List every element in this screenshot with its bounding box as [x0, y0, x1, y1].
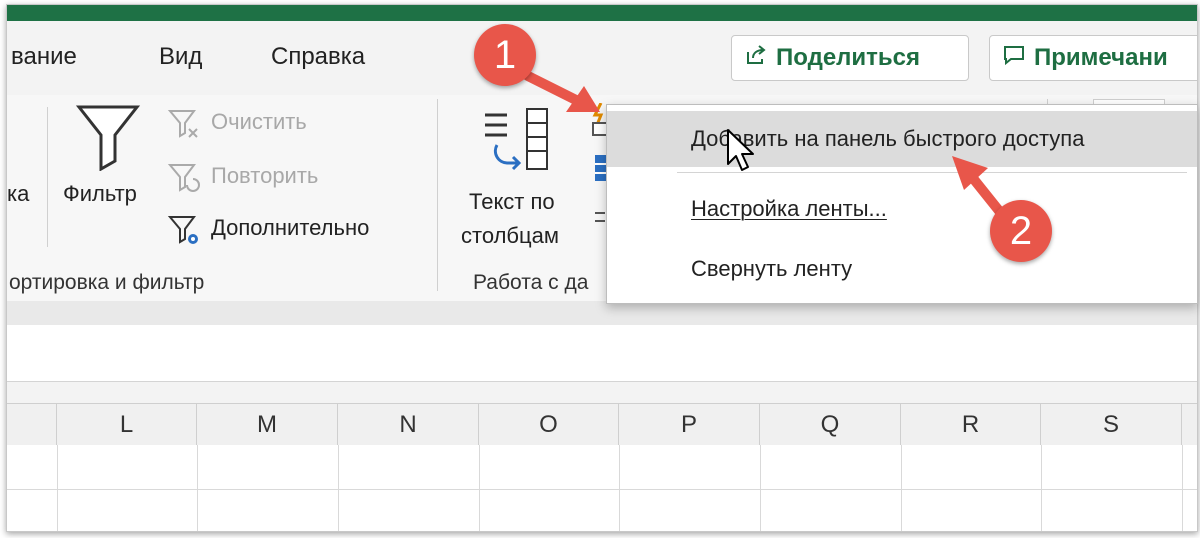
menu-item-label: Настройка ленты...	[691, 196, 887, 221]
grid-line	[7, 489, 1197, 490]
ribbon-bottom-band	[7, 301, 1197, 325]
ribbon-separator	[47, 107, 48, 247]
formula-bar[interactable]	[7, 325, 1197, 382]
reapply-label: Повторить	[211, 163, 319, 188]
grid-line	[901, 445, 902, 531]
grid-line	[1182, 445, 1183, 531]
text-to-columns-label-line1: Текст по	[469, 189, 555, 214]
column-header-s[interactable]: S	[1041, 404, 1182, 446]
text-to-columns-icon	[481, 105, 555, 184]
column-header-n[interactable]: N	[338, 404, 479, 446]
ribbon-separator	[437, 99, 438, 291]
advanced-label: Дополнительно	[211, 215, 370, 240]
comments-button[interactable]: Примечани	[989, 35, 1197, 81]
text-to-columns-button[interactable]: Текст по столбцам	[457, 101, 587, 251]
title-bar-strip	[7, 5, 1197, 21]
sort-filter-group-label: ортировка и фильтр	[9, 271, 205, 294]
menu-item-collapse-ribbon[interactable]: Свернуть ленту	[607, 241, 1197, 297]
worksheet-grid[interactable]	[7, 445, 1197, 531]
column-header-p[interactable]: P	[619, 404, 760, 446]
partial-ribbon-button[interactable]: ка	[7, 181, 29, 207]
grid-line	[479, 445, 480, 531]
reapply-button[interactable]: Повторить	[167, 159, 427, 195]
column-header-q[interactable]: Q	[760, 404, 901, 446]
funnel-icon	[75, 101, 141, 176]
step-badge-1: 1	[474, 24, 536, 86]
menu-item-label: Свернуть ленту	[691, 256, 853, 281]
grid-line	[57, 445, 58, 531]
share-button[interactable]: Поделиться	[731, 35, 969, 81]
column-header-m[interactable]: M	[197, 404, 338, 446]
mouse-cursor-icon	[726, 128, 754, 177]
menu-item-add-to-quick-access[interactable]: Добавить на панель быстрого доступа	[607, 111, 1197, 167]
advanced-filter-icon	[167, 213, 201, 252]
grid-line	[619, 445, 620, 531]
advanced-filter-button[interactable]: Дополнительно	[167, 211, 427, 247]
text-to-columns-label-line2: столбцам	[461, 223, 559, 248]
step-badge-2: 2	[990, 200, 1052, 262]
ribbon-context-menu: Добавить на панель быстрого доступа Наст…	[606, 104, 1198, 304]
share-icon	[744, 43, 776, 74]
tab-help[interactable]: Справка	[271, 43, 365, 71]
column-header-row: L M N O P Q R S	[7, 403, 1197, 447]
filter-button[interactable]: Фильтр	[63, 101, 163, 221]
clear-filter-button[interactable]: Очистить	[167, 105, 427, 141]
tab-partial[interactable]: вание	[11, 43, 77, 71]
grid-line	[197, 445, 198, 531]
reapply-icon	[167, 161, 201, 200]
column-header-l[interactable]: L	[57, 404, 197, 446]
tab-view[interactable]: Вид	[159, 43, 202, 71]
column-header-o[interactable]: O	[479, 404, 619, 446]
column-header-partial[interactable]	[7, 404, 57, 446]
ribbon-tab-bar: вание Вид Справка Поделиться Примечани	[7, 21, 1197, 95]
grid-line	[338, 445, 339, 531]
comment-icon	[1002, 43, 1034, 74]
comments-label: Примечани	[1034, 44, 1168, 71]
grid-line	[1041, 445, 1042, 531]
column-header-r[interactable]: R	[901, 404, 1041, 446]
grid-line	[760, 445, 761, 531]
menu-item-customize-ribbon[interactable]: Настройка ленты...	[607, 181, 1197, 237]
share-label: Поделиться	[776, 44, 921, 71]
filter-label: Фильтр	[63, 181, 137, 206]
clear-filter-icon	[167, 107, 201, 146]
clear-label: Очистить	[211, 109, 307, 134]
data-tools-group-label: Работа с да	[473, 271, 589, 294]
